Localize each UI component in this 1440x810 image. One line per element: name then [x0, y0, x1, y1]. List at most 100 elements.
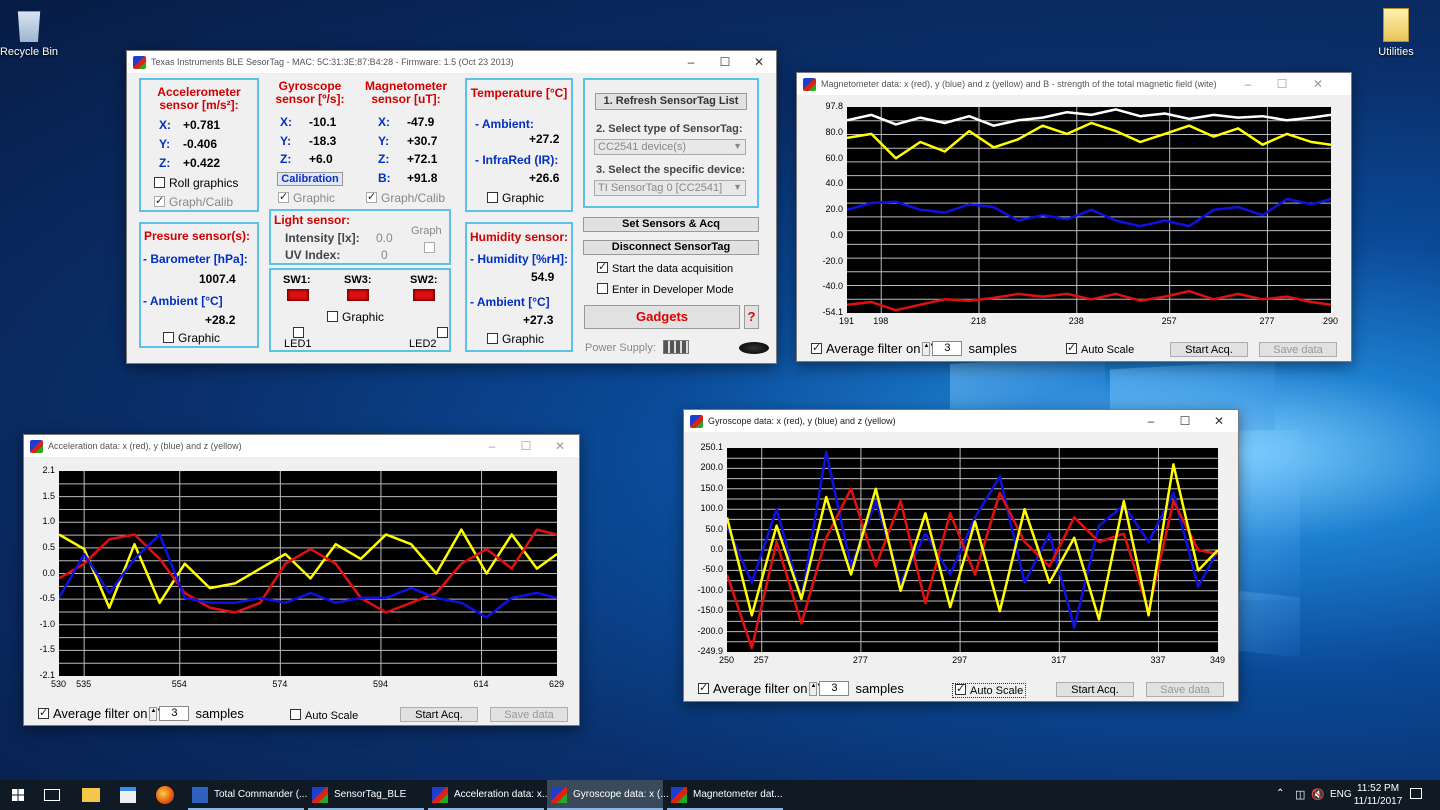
firefox-icon[interactable] [156, 786, 174, 804]
recycle-bin-desktop-icon[interactable]: Recycle Bin [0, 8, 64, 58]
mag-samples-input[interactable]: 3 [932, 341, 963, 356]
close-button[interactable]: ✕ [1202, 410, 1236, 432]
action-center-icon[interactable] [1410, 788, 1422, 799]
disconnect-button[interactable]: Disconnect SensorTag [583, 240, 759, 255]
y-tick-label: 1.0 [42, 516, 55, 527]
acc-start-acq-button[interactable]: Start Acq. [400, 707, 478, 722]
set-sensors-button[interactable]: Set Sensors & Acq [583, 217, 759, 232]
gyro-titlebar[interactable]: Gyroscope data: x (red), y (blue) and z … [684, 410, 1238, 432]
mag-average-box[interactable] [811, 341, 822, 354]
help-button[interactable]: ? [744, 305, 759, 329]
file-explorer-icon[interactable] [82, 788, 100, 802]
led1-checkbox[interactable] [293, 327, 304, 338]
temp-graphic-checkbox[interactable]: Graphic [487, 191, 544, 205]
gadgets-button[interactable]: Gadgets [584, 305, 740, 329]
gyro-save-data-button[interactable]: Save data [1146, 682, 1224, 697]
taskbar-sensortag[interactable]: SensorTag_BLE [308, 780, 424, 810]
roll-graphics-checkbox[interactable]: Roll graphics [154, 176, 238, 190]
utilities-desktop-icon[interactable]: Utilities [1361, 8, 1431, 58]
clock-time[interactable]: 11:52 PM [1356, 783, 1400, 794]
maximize-button[interactable]: ☐ [708, 51, 742, 73]
sw3-label: SW3: [344, 274, 372, 286]
humidity-graphic-box[interactable] [487, 333, 498, 344]
gyro-auto-scale-box[interactable] [955, 682, 966, 695]
mag-graph-calib-box[interactable] [366, 190, 377, 203]
refresh-list-button[interactable]: 1. Refresh SensorTag List [595, 93, 747, 110]
acc-auto-scale-label: Auto Scale [305, 710, 359, 722]
main-titlebar[interactable]: Texas Instruments BLE SesorTag - MAC: 5C… [127, 51, 776, 73]
minimize-button[interactable]: – [1134, 410, 1168, 432]
humidity-graphic-checkbox[interactable]: Graphic [487, 332, 544, 346]
led2-checkbox[interactable] [437, 327, 449, 338]
gyro-spin-button[interactable]: ▲▼ [809, 681, 822, 696]
taskbar-gyroscope[interactable]: Gyroscope data: x (... [547, 780, 669, 810]
taskbar-total-commander[interactable]: Total Commander (... [188, 780, 307, 810]
store-icon[interactable] [120, 787, 136, 803]
mag-auto-scale-checkbox[interactable]: Auto Scale [1066, 341, 1134, 356]
gyro-average-box[interactable] [698, 681, 709, 694]
minimize-button[interactable]: – [1231, 73, 1265, 95]
roll-graphics-box[interactable] [154, 177, 165, 188]
temp-graphic-box[interactable] [487, 192, 498, 203]
acc-titlebar[interactable]: Acceleration data: x (red), y (blue) and… [24, 435, 579, 457]
mag-average-label: Average filter on [826, 341, 921, 356]
gyro-start-acq-button[interactable]: Start Acq. [1056, 682, 1134, 697]
mag-auto-scale-box[interactable] [1066, 341, 1077, 354]
light-graph-checkbox[interactable] [424, 242, 435, 253]
acc-spin-button[interactable]: ▲▼ [149, 706, 162, 721]
start-acquisition-box[interactable] [597, 260, 608, 273]
gyro-samples-input[interactable]: 3 [819, 681, 850, 696]
pressure-graphic-checkbox[interactable]: Graphic [163, 331, 220, 345]
accel-title-2: sensor [m/s²]: [159, 98, 239, 112]
mag-start-acq-button[interactable]: Start Acq. [1170, 342, 1248, 357]
task-view-icon[interactable] [44, 789, 60, 801]
acc-average-box[interactable] [38, 706, 49, 719]
switches-graphic-box[interactable] [327, 311, 338, 322]
taskbar-acceleration[interactable]: Acceleration data: x... [428, 780, 550, 810]
taskbar-magnetometer[interactable]: Magnetometer dat... [667, 780, 783, 810]
maximize-button[interactable]: ☐ [1168, 410, 1202, 432]
network-icon[interactable]: ◫ [1295, 788, 1305, 801]
acc-auto-scale-box[interactable] [290, 709, 301, 720]
maximize-button[interactable]: ☐ [509, 435, 543, 457]
acc-average-filter[interactable]: Average filter on▲▼3 samples [38, 706, 244, 721]
maximize-button[interactable]: ☐ [1265, 73, 1299, 95]
language-indicator[interactable]: ENG [1330, 789, 1352, 800]
minimize-button[interactable]: – [674, 51, 708, 73]
close-button[interactable]: ✕ [543, 435, 577, 457]
acc-samples-input[interactable]: 3 [159, 706, 190, 721]
start-button[interactable] [0, 780, 36, 810]
device-select[interactable]: TI SensorTag 0 [CC2541] ▼ [594, 180, 746, 196]
mag-average-filter[interactable]: Average filter on▲▼3 samples [811, 341, 1017, 356]
x-tick-label: 277 [1259, 316, 1275, 326]
developer-mode-checkbox[interactable]: Enter in Developer Mode [597, 283, 734, 296]
close-button[interactable]: ✕ [1301, 73, 1335, 95]
clock-date[interactable]: 11/11/2017 [1352, 796, 1404, 807]
close-button[interactable]: ✕ [742, 51, 776, 73]
mag-spin-button[interactable]: ▲▼ [922, 341, 935, 356]
mag-save-data-button[interactable]: Save data [1259, 342, 1337, 357]
gyro-average-filter[interactable]: Average filter on▲▼3 samples [698, 681, 904, 696]
series-line [59, 528, 557, 614]
mag-x-label: X: [378, 115, 390, 129]
volume-muted-icon[interactable]: 🔇 [1311, 788, 1325, 801]
mag-titlebar[interactable]: Magnetometer data: x (red), y (blue) and… [797, 73, 1351, 95]
accel-graph-calib-checkbox[interactable]: Graph/Calib [154, 194, 233, 209]
start-acquisition-checkbox[interactable]: Start the data acquisition [597, 260, 733, 275]
switches-graphic-checkbox[interactable]: Graphic [327, 310, 384, 324]
gyro-graphic-checkbox[interactable]: Graphic [278, 190, 335, 205]
acc-save-data-button[interactable]: Save data [490, 707, 568, 722]
mag-graph-calib-checkbox[interactable]: Graph/Calib [366, 190, 445, 205]
minimize-button[interactable]: – [475, 435, 509, 457]
developer-mode-box[interactable] [597, 283, 608, 294]
chevron-up-icon[interactable]: ⌃ [1276, 788, 1284, 799]
pressure-panel: Presure sensor(s): - Barometer [hPa]: 10… [139, 222, 259, 348]
accel-graph-calib-box[interactable] [154, 194, 165, 207]
sensortag-type-select[interactable]: CC2541 device(s) ▼ [594, 139, 746, 155]
calibration-button[interactable]: Calibration [277, 172, 343, 186]
acc-auto-scale-checkbox[interactable]: Auto Scale [290, 709, 358, 722]
pressure-graphic-box[interactable] [163, 332, 174, 343]
gyro-graphic-box[interactable] [278, 190, 289, 203]
gyro-auto-scale-checkbox[interactable]: Auto Scale [952, 682, 1027, 698]
taskbar: Total Commander (... SensorTag_BLE Accel… [0, 780, 1440, 810]
